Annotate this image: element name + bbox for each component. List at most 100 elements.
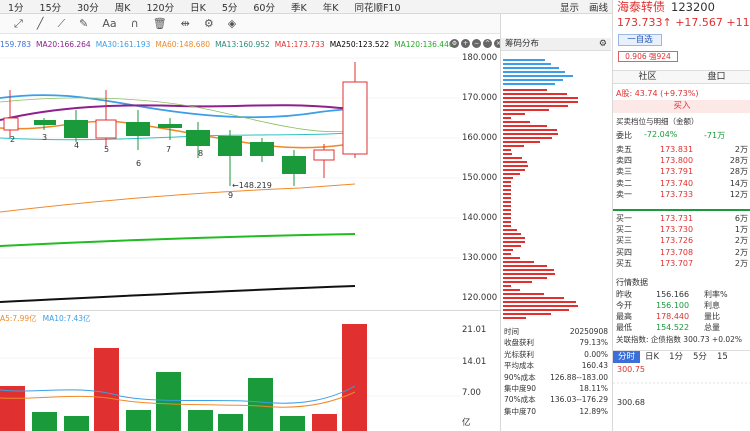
ask-row[interactable]: 卖二 173.740 14万	[613, 178, 750, 189]
quote-label: 今开	[616, 301, 632, 310]
add-watchlist-button[interactable]: 一自选	[618, 34, 662, 46]
stat-value: 79.13%	[579, 338, 608, 348]
tool-icon[interactable]: ✎	[79, 17, 88, 30]
quote-value: 154.522	[656, 323, 690, 332]
ma250-orange-line	[0, 183, 356, 213]
bid-row[interactable]: 买一 173.731 6万	[613, 213, 750, 224]
ma250-line	[0, 285, 356, 303]
ask-row[interactable]: 卖四 173.800 28万	[613, 155, 750, 166]
period-dayk[interactable]: 日K	[182, 0, 214, 14]
panel-tabs: 社区 盘口	[613, 70, 750, 84]
line-tool-icon[interactable]: ╱	[37, 17, 44, 30]
tab-daily[interactable]: 日K	[640, 351, 664, 363]
quote-value: 178.440	[656, 312, 690, 321]
bid-row[interactable]: 买四 173.708 2万	[613, 247, 750, 258]
stat-label: 70%成本	[504, 395, 536, 405]
quote-label: 总量	[704, 323, 720, 332]
stat-value: 18.11%	[579, 383, 608, 393]
chip-settings-icon[interactable]: ⚙	[599, 38, 607, 51]
draw-line-button[interactable]: 画线	[589, 0, 608, 14]
tab-15min[interactable]: 15	[712, 351, 733, 363]
settings-icon[interactable]: ⚙	[204, 17, 214, 30]
a-share-quote[interactable]: A股: 43.74 (+9.73%)	[616, 88, 699, 99]
wave-label: 4	[74, 141, 79, 150]
ma5-value: 159.783	[0, 39, 32, 49]
ma-add-icon[interactable]: +	[461, 39, 470, 48]
stat-label: 集中度90	[504, 383, 537, 393]
period-30min[interactable]: 30分	[69, 0, 107, 14]
stat-value: 160.43	[581, 361, 608, 371]
period-1min[interactable]: 1分	[0, 0, 32, 14]
wave-label: 2	[10, 135, 15, 144]
ask-row[interactable]: 卖一 173.733 12万	[613, 189, 750, 200]
stat-value: 20250908	[569, 327, 608, 336]
f10-link[interactable]: 同花顺F10	[346, 0, 408, 14]
period-15min[interactable]: 15分	[32, 0, 70, 14]
volume-legend: A5:7.99亿 MA10:7.43亿	[0, 312, 500, 324]
tab-community[interactable]: 社区	[613, 71, 682, 83]
stat-value: 0.00%	[584, 349, 608, 359]
price-tick: 130.000	[462, 253, 498, 263]
period-weekk[interactable]: 周K	[107, 0, 139, 14]
chip-header: 筹码分布 ⚙	[501, 38, 611, 51]
tab-1min[interactable]: 1分	[664, 351, 688, 363]
text-tool-icon[interactable]: Aa	[102, 17, 116, 30]
stat-label: 90%成本	[504, 372, 536, 382]
ma1-value: MA1:173.733	[274, 39, 325, 49]
show-menu[interactable]: 显示	[560, 0, 579, 14]
tab-5min[interactable]: 5分	[688, 351, 712, 363]
candles	[3, 62, 368, 186]
layers-icon[interactable]: ◈	[228, 17, 236, 30]
bid-row[interactable]: 买二 173.730 1万	[613, 224, 750, 235]
bid-row[interactable]: 买三 173.726 2万	[613, 235, 750, 246]
ma120-line	[0, 233, 356, 247]
buy-button[interactable]: 买入	[613, 100, 750, 113]
intraday-chart[interactable]	[613, 363, 750, 423]
period-seasonk[interactable]: 季K	[283, 0, 315, 14]
ma-collapse-icon[interactable]: ^	[483, 39, 492, 48]
low-price-label: ←148.219	[232, 181, 272, 190]
bid-row[interactable]: 买五 173.707 2万	[613, 258, 750, 269]
ask-row[interactable]: 卖五 173.831 2万	[613, 144, 750, 155]
price-tick: 180.000	[462, 53, 498, 63]
quote-data-title: 行情数据	[616, 278, 648, 287]
tab-intraday[interactable]: 分时	[613, 351, 641, 363]
wave-label: 3	[42, 133, 47, 142]
period-5min[interactable]: 5分	[214, 0, 246, 14]
stat-value: 126.88--183.00	[550, 372, 608, 382]
pointer-icon[interactable]: ⤢	[14, 17, 23, 31]
ma-remove-icon[interactable]: −	[472, 39, 481, 48]
period-60min[interactable]: 60分	[245, 0, 283, 14]
price-tick: 150.000	[462, 173, 498, 183]
period-yeark[interactable]: 年K	[315, 0, 347, 14]
related-index[interactable]: 关联指数: 企债指数 300.73 +0.02%	[616, 334, 742, 345]
stat-label: 光标获利	[504, 349, 534, 359]
drawing-tools-bar: ⤢ ╱ ⟋ ✎ Aa ∩ 🗑 ⇹ ⚙ ◈	[0, 14, 500, 34]
price-tick: 160.000	[462, 133, 498, 143]
ask-row[interactable]: 卖三 173.791 28万	[613, 166, 750, 177]
magnet-icon[interactable]: ∩	[131, 17, 139, 30]
ma-settings-icon[interactable]: ⚙	[450, 39, 459, 48]
ma250-value: MA250:123.522	[329, 39, 390, 49]
ray-tool-icon[interactable]: ⟋	[57, 17, 65, 31]
ma30-value: MA30:161.193	[95, 39, 151, 49]
period-120min[interactable]: 120分	[138, 0, 182, 14]
depth-title: 买卖档位与明细（金额）	[616, 117, 699, 126]
volume-chart[interactable]	[0, 324, 500, 431]
period-toolbar: 1分 15分 30分 周K 120分 日K 5分 60分 季K 年K 同花顺F1…	[0, 0, 612, 14]
wave-label: 9	[228, 191, 233, 200]
quote-label: 量比	[704, 312, 720, 321]
weibi-row: 委比 -72.04% -71万	[616, 130, 748, 141]
strength-badge: 0.906 强924	[618, 51, 678, 62]
candlestick-chart[interactable]: 2 3 4 5 6 7 8 9 ←148.219	[0, 50, 500, 310]
quote-label: 最低	[616, 323, 632, 332]
bid-book: 买一 173.731 6万 买二 173.730 1万 买三 173.726 2万 买四 17…	[613, 213, 750, 269]
vol-tick: 亿	[462, 418, 471, 428]
wave-label: 8	[198, 149, 203, 158]
chip-distribution-panel: 筹码分布 ⚙ 时间 20250908 收盘获利 79.13% 光标获利 0.00% 平…	[501, 38, 611, 431]
crosshair-icon[interactable]: ⇹	[181, 17, 190, 30]
tab-orderbook[interactable]: 盘口	[682, 71, 750, 83]
trash-icon[interactable]: 🗑	[153, 17, 167, 30]
security-name: 海泰转债	[617, 0, 666, 14]
stat-value: 136.03--176.29	[550, 395, 608, 405]
